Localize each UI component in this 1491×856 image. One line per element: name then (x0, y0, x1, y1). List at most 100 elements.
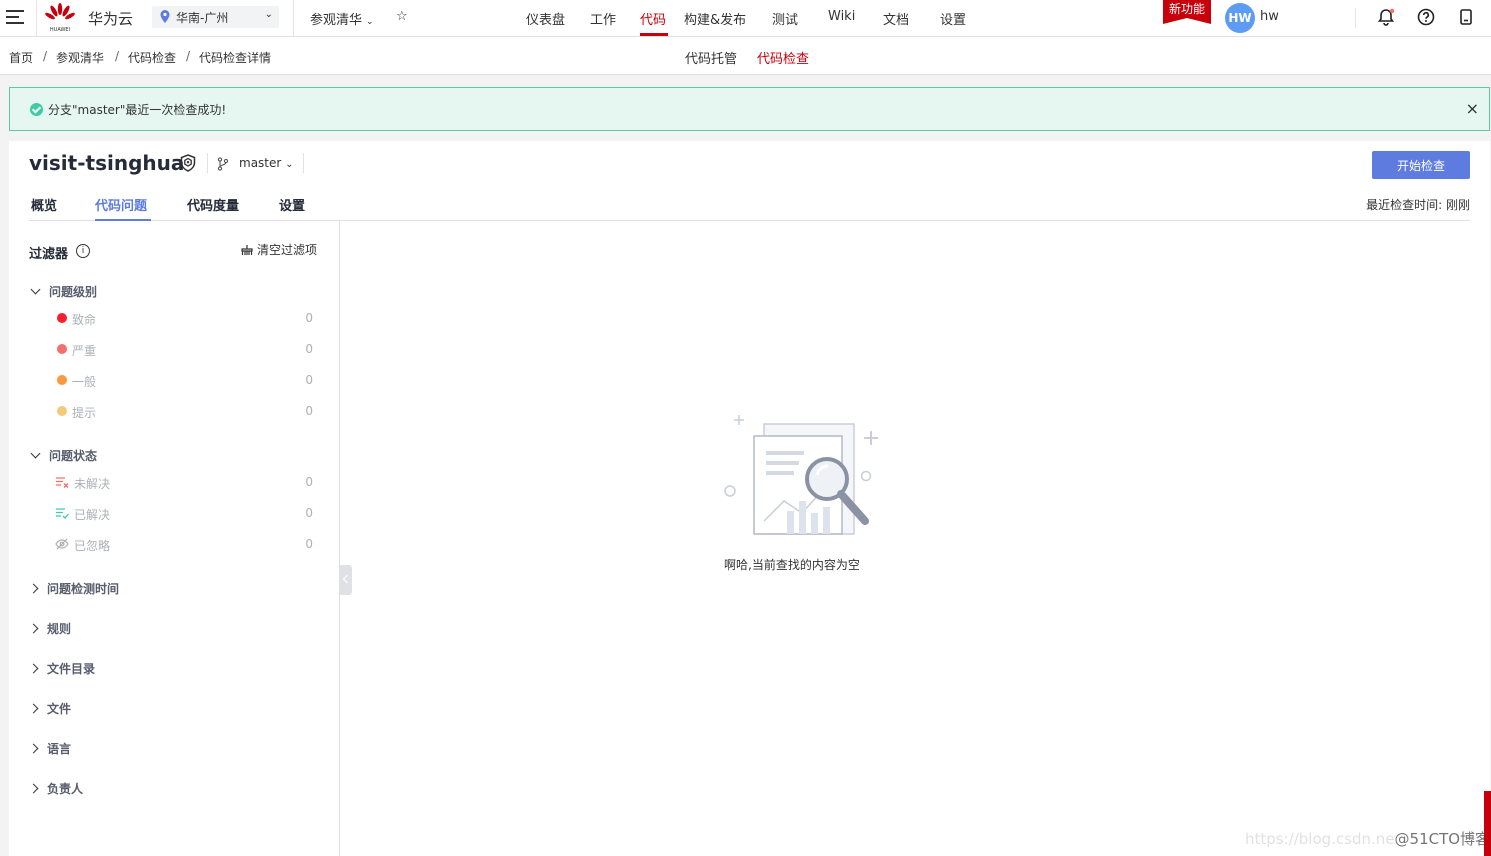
divider (36, 0, 37, 36)
severity-dot (57, 344, 67, 354)
nav-build-release[interactable]: 构建&发布 (684, 9, 746, 28)
item-label: 致命 (72, 313, 97, 327)
chevron-down-icon (30, 284, 41, 295)
severity-general[interactable]: 一般 0 (55, 371, 315, 391)
last-check-time: 最近检查时间: 刚刚 (1366, 198, 1470, 212)
breadcrumb-project[interactable]: 参观清华 (56, 49, 104, 66)
project-label: 参观清华 (310, 13, 363, 28)
filter-group-rules[interactable]: 规则 (28, 620, 71, 637)
huawei-logo[interactable]: HUAWEI (44, 3, 76, 33)
repo-title: visit-tsinghua (29, 151, 185, 175)
username[interactable]: hw (1260, 9, 1279, 24)
filter-group-severity[interactable]: 问题级别 (29, 283, 97, 300)
severity-hint[interactable]: 提示 0 (55, 402, 315, 422)
chevron-right-icon (28, 623, 39, 634)
nav-work[interactable]: 工作 (590, 9, 616, 28)
breadcrumb-separator: / (43, 49, 48, 63)
breadcrumb-home[interactable]: 首页 (9, 49, 33, 66)
nav-dashboard[interactable]: 仪表盘 (526, 9, 565, 28)
watermark-strong: @51CTO博客 (1394, 830, 1491, 848)
item-label: 严重 (72, 344, 97, 358)
breadcrumb-separator: / (186, 49, 191, 63)
filter-group-owner[interactable]: 负责人 (28, 780, 84, 797)
filter-group-status[interactable]: 问题状态 (29, 447, 97, 464)
region-selector[interactable]: 华南-广州 ⌄ (152, 6, 279, 28)
nav-docs[interactable]: 文档 (883, 9, 909, 28)
chevron-down-icon (30, 448, 41, 459)
brand-name: 华为云 (88, 10, 134, 28)
tab-settings[interactable]: 设置 (279, 195, 305, 214)
subnav-code-hosting[interactable]: 代码托管 (685, 48, 737, 67)
filter-group-detect-time[interactable]: 问题检测时间 (28, 580, 120, 597)
filter-group-directory[interactable]: 文件目录 (28, 660, 96, 677)
chevron-down-icon: ⌄ (366, 17, 374, 27)
bell-icon[interactable] (1376, 7, 1396, 27)
item-count: 0 (305, 311, 313, 325)
hamburger-menu-icon[interactable] (6, 10, 24, 24)
divider (1355, 8, 1356, 28)
branch-label: master (239, 156, 282, 170)
clear-filters-button[interactable]: 清空过滤项 (241, 241, 317, 258)
nav-settings[interactable]: 设置 (940, 9, 966, 28)
avatar[interactable]: HW (1225, 3, 1255, 33)
eye-off-icon (55, 538, 69, 550)
chevron-right-icon (28, 663, 39, 674)
unresolved-icon (56, 477, 69, 488)
close-icon[interactable]: × (1466, 99, 1479, 118)
branch-selector[interactable]: master ⌄ (239, 156, 294, 170)
nav-wiki[interactable]: Wiki (828, 9, 855, 24)
severity-serious[interactable]: 严重 0 (55, 340, 315, 360)
feedback-tab[interactable] (1484, 791, 1491, 856)
group-label: 问题状态 (49, 449, 98, 463)
subnav-code-check[interactable]: 代码检查 (757, 48, 809, 67)
new-feature-badge[interactable]: 新功能 (1163, 0, 1211, 24)
item-count: 0 (305, 475, 313, 489)
group-label: 问题检测时间 (47, 582, 120, 596)
chevron-right-icon (28, 703, 39, 714)
chevron-right-icon (28, 583, 39, 594)
help-icon[interactable] (1416, 7, 1436, 27)
item-label: 已忽略 (74, 539, 111, 553)
top-nav-bar: HUAWEI 华为云 华南-广州 ⌄ 参观清华 ⌄ ☆ 仪表盘 工作 代码 构建&… (0, 0, 1491, 37)
chevron-right-icon (28, 743, 39, 754)
main-card: visit-tsinghua master ⌄ 开始检查 概览 代码问题 代码度… (9, 141, 1490, 856)
watermark: https://blog.csdn.ne@51CTO博客 (1245, 828, 1490, 849)
tab-code-issues[interactable]: 代码问题 (95, 195, 147, 214)
group-label: 文件目录 (47, 662, 96, 676)
project-selector[interactable]: 参观清华 ⌄ (310, 9, 374, 28)
nav-test[interactable]: 测试 (772, 9, 798, 28)
group-label: 问题级别 (49, 285, 98, 299)
check-circle-icon (30, 103, 43, 116)
filter-sidebar: 过滤器 i 清空过滤项 问题级别 致命 0 严重 0 一般 0 提示 0 问题状态 未解… (9, 221, 340, 856)
empty-state-message: 啊哈,当前查找的内容为空 (724, 558, 860, 572)
start-check-button[interactable]: 开始检查 (1372, 151, 1470, 179)
empty-search-illustration (724, 415, 878, 535)
star-icon[interactable]: ☆ (396, 9, 408, 24)
group-label: 文件 (47, 702, 72, 716)
item-label: 提示 (72, 406, 97, 420)
filter-title: 过滤器 (29, 247, 69, 262)
filter-group-file[interactable]: 文件 (28, 700, 72, 717)
group-label: 负责人 (47, 782, 84, 796)
item-label: 未解决 (74, 477, 111, 491)
shield-icon[interactable] (178, 153, 198, 173)
nav-code[interactable]: 代码 (640, 9, 666, 28)
mobile-app-icon[interactable] (1456, 7, 1476, 27)
severity-dot (57, 313, 67, 323)
breadcrumb-separator: / (115, 49, 120, 63)
info-icon[interactable]: i (76, 244, 90, 258)
item-count: 0 (305, 373, 313, 387)
status-unresolved[interactable]: 未解决 0 (55, 473, 315, 493)
success-alert: 分支"master"最近一次检查成功! × (9, 87, 1490, 131)
tab-code-metrics[interactable]: 代码度量 (187, 195, 239, 214)
breadcrumb-code-check[interactable]: 代码检查 (128, 49, 176, 66)
severity-fatal[interactable]: 致命 0 (55, 309, 315, 329)
tab-overview[interactable]: 概览 (31, 195, 57, 214)
filter-group-language[interactable]: 语言 (28, 740, 71, 757)
chevron-down-icon: ⌄ (285, 159, 294, 170)
item-count: 0 (305, 342, 313, 356)
sidebar-collapse-handle[interactable] (339, 565, 352, 595)
status-resolved[interactable]: 已解决 0 (55, 504, 315, 524)
alert-message: 分支"master"最近一次检查成功! (48, 103, 227, 117)
status-ignored[interactable]: 已忽略 0 (55, 535, 315, 555)
